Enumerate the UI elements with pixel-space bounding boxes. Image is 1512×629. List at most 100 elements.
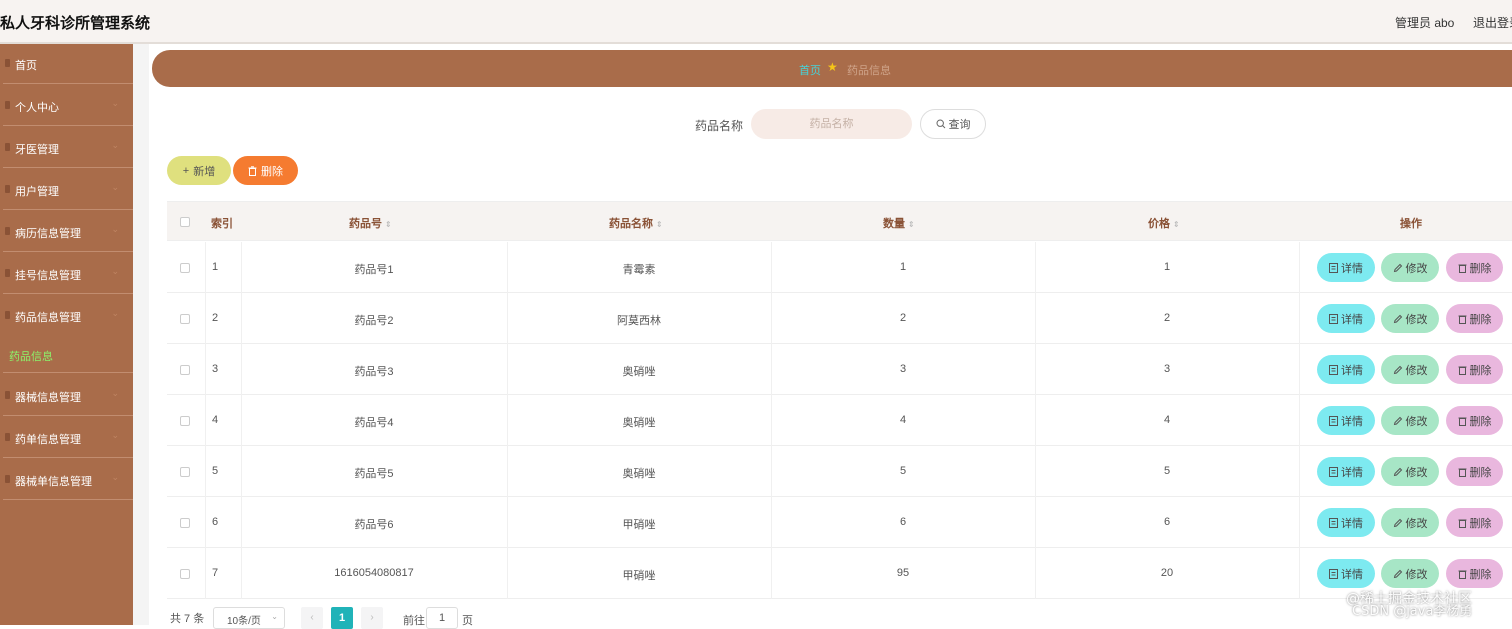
sidebar-item-equipment-order[interactable]: 器械单信息管理 ⌄ (3, 458, 133, 500)
column-divider (241, 293, 242, 344)
cell-name: 奥硝唑 (622, 366, 656, 378)
select-all-checkbox[interactable] (180, 217, 190, 227)
cell-name: 阿莫西林 (617, 315, 661, 327)
next-page-button[interactable]: › (361, 607, 383, 629)
trash-icon (1458, 468, 1466, 477)
sort-icon[interactable]: ⇕ (1173, 220, 1180, 229)
menu-icon (5, 101, 10, 109)
cell-index: 5 (212, 465, 219, 477)
row-delete-button[interactable]: 删除 (1446, 406, 1503, 435)
edit-button[interactable]: 修改 (1381, 253, 1439, 282)
goto-page-input[interactable] (426, 607, 458, 629)
column-divider (1299, 395, 1300, 446)
breadcrumb-home[interactable]: 首页 (799, 62, 821, 78)
edit-button[interactable]: 修改 (1381, 559, 1439, 588)
search-button[interactable]: 查询 (920, 109, 986, 139)
sidebar-item-registration[interactable]: 挂号信息管理 ⌄ (3, 252, 133, 294)
row-checkbox[interactable] (180, 416, 190, 426)
header-ops: 操作 (1400, 218, 1422, 230)
delete-button-label: 删除 (1469, 466, 1492, 479)
header-code[interactable]: 药品号 ⇕ (349, 215, 392, 231)
column-divider (507, 293, 508, 344)
edit-button[interactable]: 修改 (1381, 304, 1439, 333)
detail-button[interactable]: 详情 (1317, 253, 1375, 282)
row-checkbox[interactable] (180, 569, 190, 579)
chevron-down-icon: ⌄ (111, 430, 119, 440)
logout-link[interactable]: 退出登录 (1473, 14, 1512, 31)
sort-icon[interactable]: ⇕ (908, 220, 915, 229)
cell-name: 奥硝唑 (622, 468, 656, 480)
row-delete-button[interactable]: 删除 (1446, 457, 1503, 486)
sidebar-item-label: 药品信息管理 (15, 312, 81, 324)
chevron-down-icon: ⌄ (111, 140, 119, 150)
sort-icon[interactable]: ⇕ (385, 220, 392, 229)
row-delete-button[interactable]: 删除 (1446, 253, 1503, 282)
row-checkbox[interactable] (180, 263, 190, 273)
delete-button-label: 删除 (1469, 313, 1492, 326)
sidebar-item-home[interactable]: 首页 (3, 42, 133, 84)
detail-button[interactable]: 详情 (1317, 508, 1375, 537)
row-checkbox[interactable] (180, 518, 190, 528)
add-button[interactable]: + 新增 (167, 156, 231, 185)
page-size-select[interactable]: 10条/页 ⌄ (213, 607, 285, 629)
table-row: 4 药品号4 奥硝唑 4 4 详情 修改 删除 (167, 395, 1512, 446)
column-divider (1299, 293, 1300, 344)
detail-button[interactable]: 详情 (1317, 406, 1375, 435)
detail-button[interactable]: 详情 (1317, 304, 1375, 333)
sidebar-item-dentist[interactable]: 牙医管理 ⌄ (3, 126, 133, 168)
sidebar-item-label: 牙医管理 (15, 144, 59, 156)
row-checkbox[interactable] (180, 314, 190, 324)
cell-quantity: 2 (899, 312, 907, 324)
sidebar-item-user[interactable]: 用户管理 ⌄ (3, 168, 133, 210)
search-input[interactable] (751, 109, 912, 139)
detail-button[interactable]: 详情 (1317, 559, 1375, 588)
row-delete-button[interactable]: 删除 (1446, 508, 1503, 537)
edit-button[interactable]: 修改 (1381, 355, 1439, 384)
sidebar-item-medicine[interactable]: 药品信息管理 ⌄ (3, 294, 133, 336)
detail-button-label: 详情 (1341, 415, 1363, 428)
column-divider (1035, 548, 1036, 599)
sidebar-subitem-medicine-info[interactable]: 药品信息 (3, 335, 133, 373)
prev-page-button[interactable]: ‹ (301, 607, 323, 629)
header-price[interactable]: 价格 ⇕ (1148, 215, 1180, 231)
row-delete-button[interactable]: 删除 (1446, 304, 1503, 333)
header-quantity[interactable]: 数量 ⇕ (883, 215, 915, 231)
header-index: 索引 (211, 218, 233, 230)
trash-icon (248, 165, 257, 176)
column-divider (507, 344, 508, 395)
document-icon (1329, 568, 1338, 579)
document-icon (1329, 313, 1338, 324)
row-checkbox[interactable] (180, 467, 190, 477)
cell-code: 药品号4 (354, 417, 394, 429)
breadcrumb: 首页 ★ 药品信息 (152, 50, 1512, 87)
detail-button-label: 详情 (1341, 313, 1363, 326)
menu-icon (5, 269, 10, 277)
cell-index: 6 (212, 516, 219, 528)
column-divider (771, 293, 772, 344)
edit-button[interactable]: 修改 (1381, 457, 1439, 486)
sidebar-item-profile[interactable]: 个人中心 ⌄ (3, 84, 133, 126)
delete-button[interactable]: 删除 (233, 156, 298, 185)
delete-button-label: 删除 (1469, 364, 1492, 377)
column-divider (1299, 446, 1300, 497)
detail-button[interactable]: 详情 (1317, 457, 1375, 486)
edit-button-label: 修改 (1405, 466, 1428, 479)
sidebar-item-prescription[interactable]: 药单信息管理 ⌄ (3, 416, 133, 458)
sidebar-item-equipment[interactable]: 器械信息管理 ⌄ (3, 374, 133, 416)
table-row: 2 药品号2 阿莫西林 2 2 详情 修改 删除 (167, 293, 1512, 344)
page-size-value: 10条/页 (227, 616, 261, 627)
trash-icon (1458, 417, 1466, 426)
row-delete-button[interactable]: 删除 (1446, 355, 1503, 384)
row-delete-button[interactable]: 删除 (1446, 559, 1503, 588)
column-divider (1299, 548, 1300, 599)
page-1-button[interactable]: 1 (331, 607, 353, 629)
sidebar-item-medical-record[interactable]: 病历信息管理 ⌄ (3, 210, 133, 252)
cell-quantity: 5 (899, 465, 907, 477)
sort-icon[interactable]: ⇕ (656, 220, 663, 229)
detail-button[interactable]: 详情 (1317, 355, 1375, 384)
menu-icon (5, 185, 10, 193)
header-name[interactable]: 药品名称 ⇕ (609, 215, 663, 231)
row-checkbox[interactable] (180, 365, 190, 375)
edit-button[interactable]: 修改 (1381, 508, 1439, 537)
edit-button[interactable]: 修改 (1381, 406, 1439, 435)
